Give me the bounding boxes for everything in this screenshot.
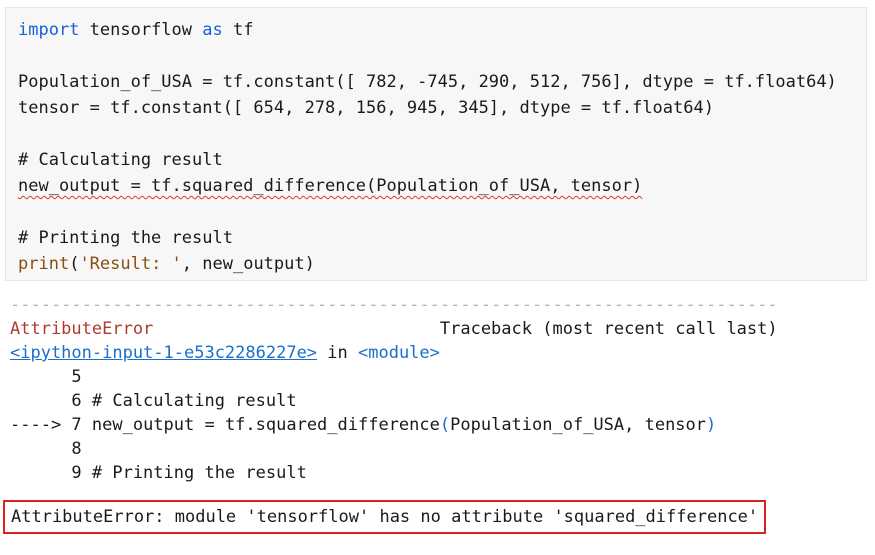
traceback-row-9: 9 # Printing the result	[10, 463, 307, 483]
module-label: <module>	[358, 343, 440, 363]
code-line-6-comment: # Calculating result	[18, 150, 223, 170]
traceback-label: Traceback (most recent call last)	[439, 319, 778, 339]
code-line-9-comment: # Printing the result	[18, 228, 233, 248]
traceback-row-6: 6 # Calculating result	[10, 391, 297, 411]
code-editor[interactable]: import tensorflow as tf Population_of_USA…	[18, 17, 837, 277]
code-cell[interactable]: import tensorflow as tf Population_of_USA…	[5, 7, 867, 281]
string-literal: 'Result: '	[79, 254, 182, 274]
traceback-open-paren: (	[439, 415, 451, 435]
source-link[interactable]: <ipython-input-1-e53c2286227e>	[10, 343, 317, 363]
code-line-1: import tensorflow as tf	[18, 17, 837, 43]
error-squiggle-code: new_output = tf.squared_difference(Popul…	[18, 176, 643, 196]
traceback-arrow: ----> 7	[10, 415, 92, 435]
in-text: in	[317, 343, 358, 363]
traceback-output: ----------------------------------------…	[10, 293, 778, 485]
traceback-row-7-args: Population_of_USA, tensor	[450, 415, 707, 435]
import-keyword: import	[18, 20, 80, 40]
traceback-row-5: 5	[10, 367, 82, 387]
traceback-separator: ----------------------------------------…	[10, 295, 778, 315]
module-name: tensorflow	[79, 20, 203, 40]
code-line-4: tensor = tf.constant([ 654, 278, 156, 94…	[18, 98, 714, 118]
print-function: print	[18, 254, 70, 274]
code-line-3: Population_of_USA = tf.constant([ 782, -…	[18, 72, 837, 92]
open-paren: (	[69, 254, 80, 274]
as-keyword: as	[202, 20, 223, 40]
print-args: , new_output)	[181, 254, 315, 274]
module-alias: tf	[222, 20, 254, 40]
code-line-10: print('Result: ', new_output)	[18, 251, 837, 277]
traceback-row-8: 8	[10, 439, 82, 459]
error-type: AttributeError	[10, 319, 154, 339]
final-error-message: AttributeError: module 'tensorflow' has …	[3, 500, 767, 534]
traceback-row-7-code: new_output = tf.squared_difference	[91, 415, 440, 435]
code-line-7: new_output = tf.squared_difference(Popul…	[18, 173, 837, 199]
traceback-close-paren: )	[706, 415, 717, 435]
